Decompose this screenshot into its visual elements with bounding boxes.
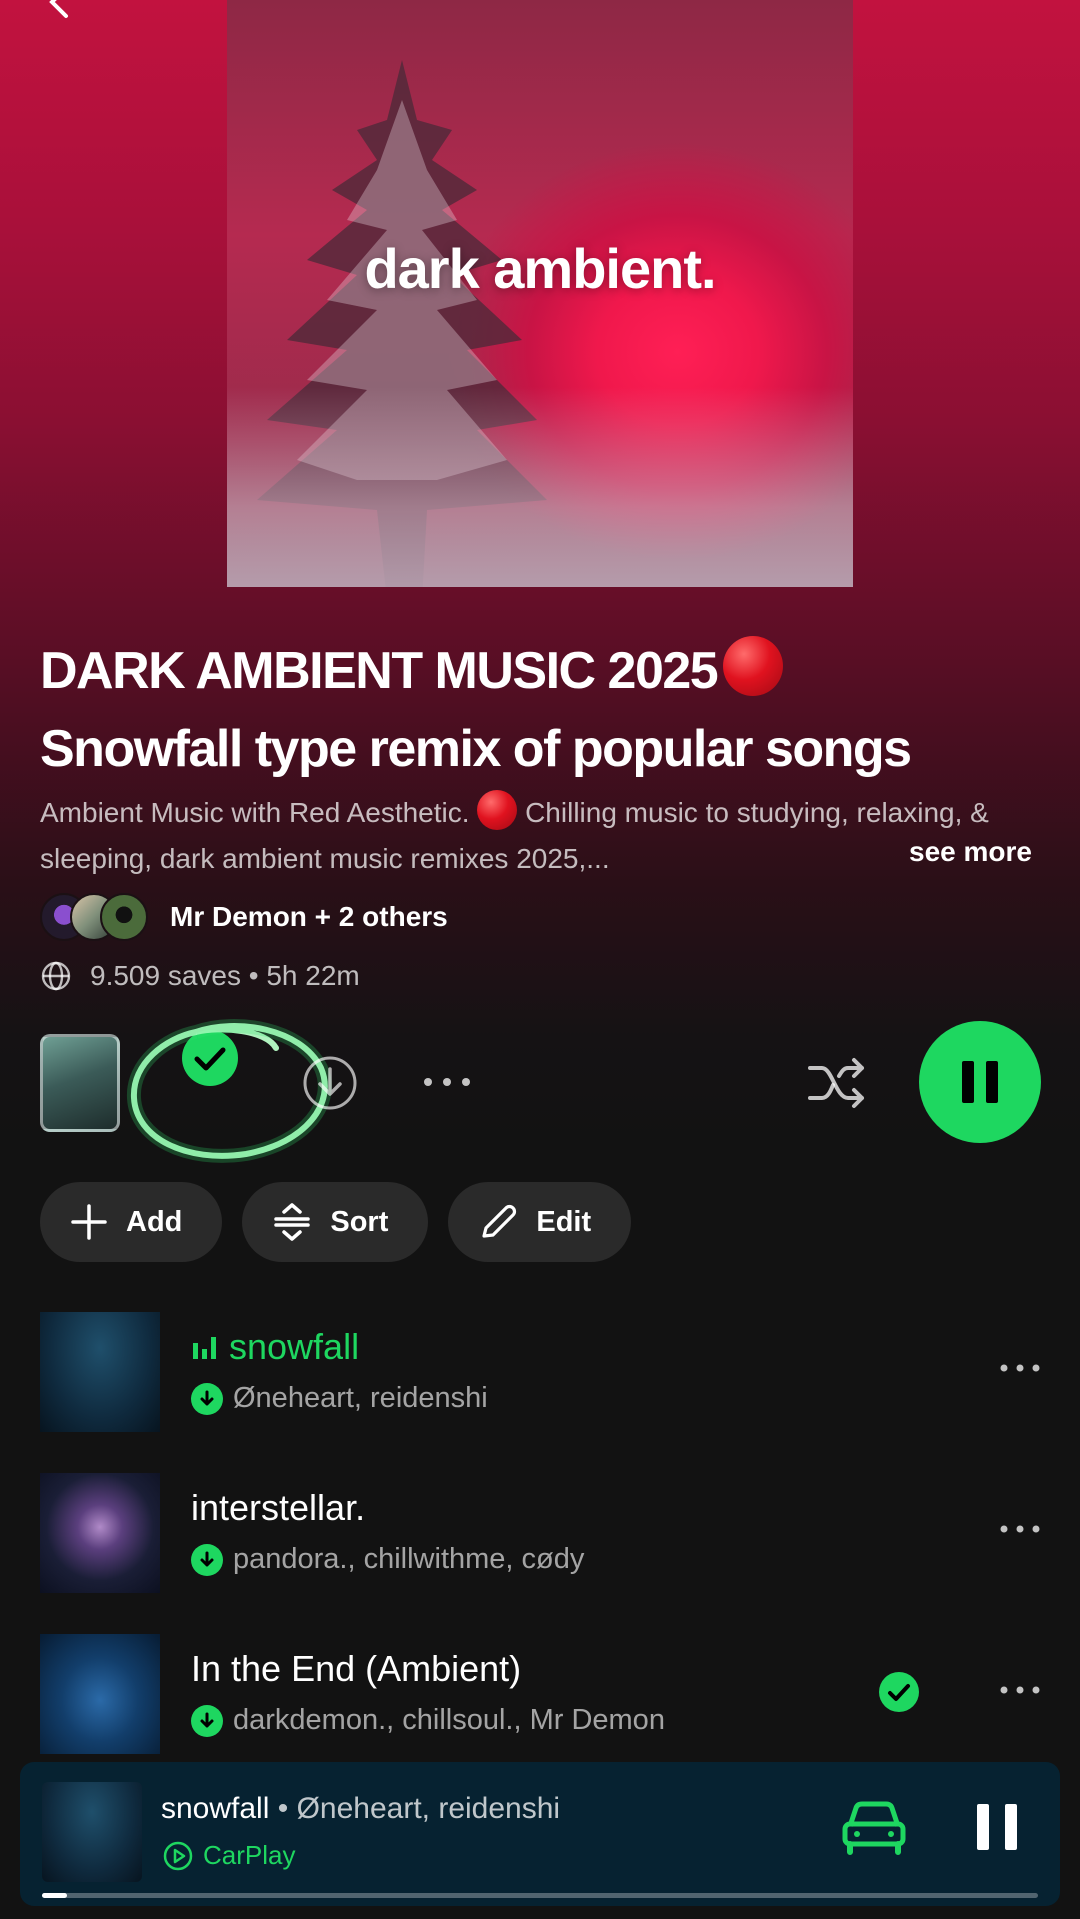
back-icon[interactable] xyxy=(40,0,80,22)
downloaded-icon xyxy=(191,1543,223,1576)
carplay-icon xyxy=(163,1841,193,1870)
action-pills: Add Sort Edit xyxy=(40,1182,632,1262)
download-icon[interactable] xyxy=(302,1055,358,1111)
sort-button[interactable]: Sort xyxy=(242,1182,429,1262)
track-title: snowfall xyxy=(191,1326,359,1368)
edit-label: Edit xyxy=(536,1205,592,1238)
track-artwork xyxy=(40,1634,160,1754)
playback-progress[interactable] xyxy=(42,1893,1038,1898)
track-more-icon[interactable] xyxy=(998,1680,1042,1700)
downloaded-icon xyxy=(191,1382,223,1415)
globe-icon xyxy=(41,961,71,991)
pause-icon xyxy=(962,1061,998,1103)
owners-label: Mr Demon + 2 others xyxy=(170,901,448,932)
track-row[interactable]: snowfall Øneheart, reidenshi xyxy=(0,1312,1080,1473)
track-title-text: snowfall xyxy=(229,1326,360,1367)
track-title: interstellar. xyxy=(191,1487,366,1528)
track-more-icon[interactable] xyxy=(998,1519,1042,1539)
track-artists: pandora., chillwithme, cødy xyxy=(191,1543,584,1576)
track-list: snowfall Øneheart, reidenshi interstella… xyxy=(0,1312,1080,1795)
track-artists-text: Øneheart, reidenshi xyxy=(233,1382,488,1414)
progress-fill xyxy=(42,1893,67,1898)
downloaded-icon xyxy=(191,1704,223,1737)
playlist-thumbnail[interactable] xyxy=(40,1034,120,1132)
mini-player[interactable]: snowfall • Øneheart, reidenshi CarPlay xyxy=(20,1762,1060,1906)
now-playing-artist: Øneheart, reidenshi xyxy=(296,1792,561,1825)
playlist-description: Ambient Music with Red Aesthetic. Chilli… xyxy=(40,790,1050,882)
avatar xyxy=(100,893,148,941)
track-more-icon[interactable] xyxy=(998,1358,1042,1378)
track-artwork xyxy=(40,1473,160,1593)
pencil-icon xyxy=(482,1204,517,1238)
playlist-owners[interactable]: Mr Demon + 2 others xyxy=(40,892,448,942)
now-playing-separator: • xyxy=(269,1792,297,1825)
equalizer-icon xyxy=(193,1337,216,1359)
snow-ground xyxy=(227,387,853,587)
red-circle-emoji xyxy=(477,790,518,830)
track-artists: darkdemon., chillsoul., Mr Demon xyxy=(191,1704,665,1737)
track-artists-text: darkdemon., chillsoul., Mr Demon xyxy=(233,1704,665,1736)
now-playing-track: snowfall xyxy=(161,1792,270,1825)
red-circle-emoji xyxy=(723,636,784,696)
track-artists-text: pandora., chillwithme, cødy xyxy=(233,1543,585,1575)
playlist-cover: dark ambient. xyxy=(227,0,853,587)
saved-check-icon[interactable] xyxy=(878,1671,920,1713)
plus-icon xyxy=(71,1204,107,1240)
pause-button[interactable] xyxy=(919,1021,1041,1143)
more-icon[interactable] xyxy=(420,1064,474,1100)
playlist-title: DARK AMBIENT MUSIC 2025 Snowfall type re… xyxy=(40,632,1050,788)
sort-label: Sort xyxy=(330,1205,389,1238)
now-playing-device[interactable]: CarPlay xyxy=(163,1840,295,1871)
track-artwork xyxy=(40,1312,160,1432)
cover-text: dark ambient. xyxy=(364,237,716,300)
saves-duration: 9.509 saves • 5h 22m xyxy=(90,960,360,991)
title-line-1: DARK AMBIENT MUSIC 2025 xyxy=(40,642,719,700)
playlist-meta: 9.509 saves • 5h 22m xyxy=(40,960,360,992)
see-more-link[interactable]: see more xyxy=(909,836,1032,868)
now-playing-artwork xyxy=(42,1782,142,1882)
title-line-2: Snowfall type remix of popular songs xyxy=(40,720,912,778)
device-label: CarPlay xyxy=(203,1840,296,1870)
sort-icon xyxy=(274,1203,311,1241)
now-playing-title: snowfall • Øneheart, reidenshi xyxy=(161,1792,560,1826)
edit-button[interactable]: Edit xyxy=(448,1182,632,1262)
track-artists: Øneheart, reidenshi xyxy=(191,1382,488,1415)
add-label: Add xyxy=(126,1205,183,1238)
shuffle-icon[interactable] xyxy=(806,1052,868,1114)
track-title: In the End (Ambient) xyxy=(191,1648,522,1689)
car-icon[interactable] xyxy=(840,1796,908,1856)
add-button[interactable]: Add xyxy=(40,1182,223,1262)
description-part-1: Ambient Music with Red Aesthetic. xyxy=(40,797,470,828)
mini-pause-icon[interactable] xyxy=(975,1802,1019,1852)
track-row[interactable]: interstellar. pandora., chillwithme, cød… xyxy=(0,1473,1080,1634)
